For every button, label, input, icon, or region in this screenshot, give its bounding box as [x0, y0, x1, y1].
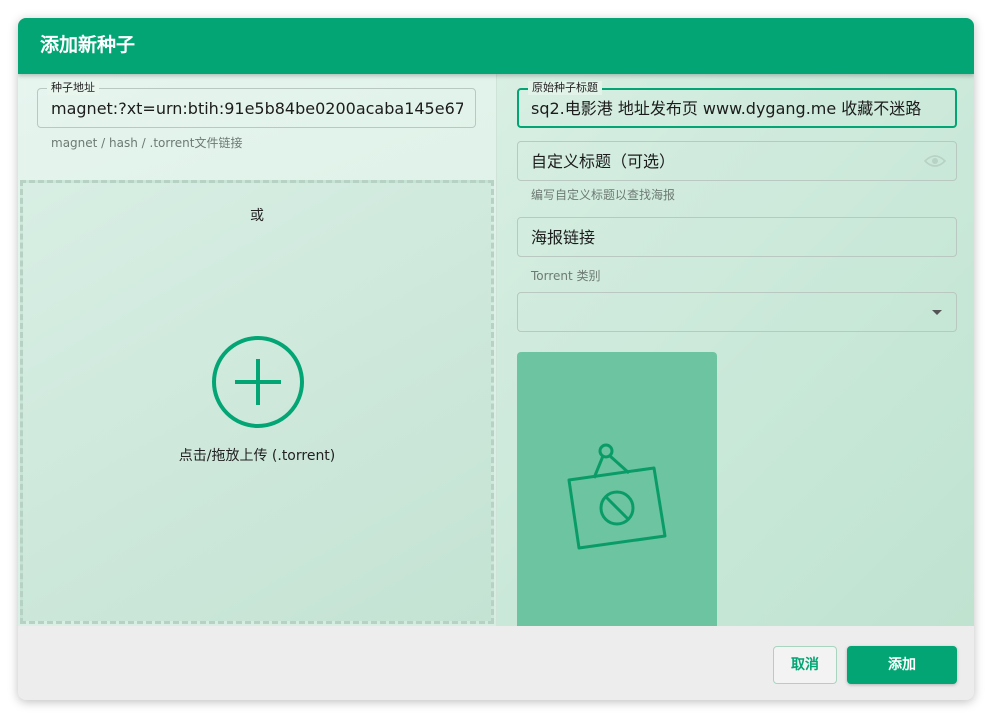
torrent-address-input[interactable]: magnet:?xt=urn:btih:91e5b84be0200acaba14… [51, 98, 463, 120]
custom-title-helper: 编写自定义标题以查找海报 [531, 188, 676, 202]
torrent-address-legend: 种子地址 [47, 81, 99, 95]
torrent-address-helper: magnet / hash / .torrent文件链接 [51, 136, 243, 150]
original-title-legend: 原始种子标题 [528, 81, 602, 95]
add-button[interactable]: 添加 [847, 646, 957, 684]
left-panel: 种子地址 magnet:?xt=urn:btih:91e5b84be0200ac… [18, 74, 496, 626]
dialog-footer: 取消 添加 [18, 626, 974, 700]
cancel-button[interactable]: 取消 [773, 646, 837, 684]
custom-title-field[interactable]: 自定义标题（可选） [517, 141, 957, 181]
original-title-input[interactable]: sq2.电影港 地址发布页 www.dygang.me 收藏不迷路 [531, 98, 946, 120]
poster-link-field[interactable]: 海报链接 [517, 217, 957, 257]
upload-dropzone[interactable]: 或 点击/拖放上传 (.torrent) [20, 180, 494, 624]
dialog-header: 添加新种子 [18, 18, 974, 74]
poster-link-input[interactable]: 海报链接 [531, 227, 941, 249]
dropdown-arrow-icon [932, 310, 942, 315]
right-panel: 原始种子标题 sq2.电影港 地址发布页 www.dygang.me 收藏不迷路… [497, 74, 974, 626]
torrent-address-field[interactable]: 种子地址 magnet:?xt=urn:btih:91e5b84be0200ac… [37, 81, 476, 128]
add-circle-icon[interactable] [211, 335, 305, 429]
image-unavailable-icon [567, 443, 667, 550]
or-label: 或 [250, 208, 264, 224]
add-torrent-dialog: 添加新种子 种子地址 magnet:?xt=urn:btih:91e5b84be… [18, 18, 974, 700]
poster-preview [517, 352, 717, 626]
category-select[interactable] [517, 292, 957, 332]
custom-title-input[interactable]: 自定义标题（可选） [531, 151, 911, 173]
category-label: Torrent 类别 [531, 269, 601, 283]
visibility-icon [924, 155, 946, 167]
dialog-body: 种子地址 magnet:?xt=urn:btih:91e5b84be0200ac… [18, 74, 974, 626]
original-title-field[interactable]: 原始种子标题 sq2.电影港 地址发布页 www.dygang.me 收藏不迷路 [517, 81, 957, 128]
upload-label: 点击/拖放上传 (.torrent) [178, 448, 336, 464]
dialog-title: 添加新种子 [40, 34, 136, 56]
